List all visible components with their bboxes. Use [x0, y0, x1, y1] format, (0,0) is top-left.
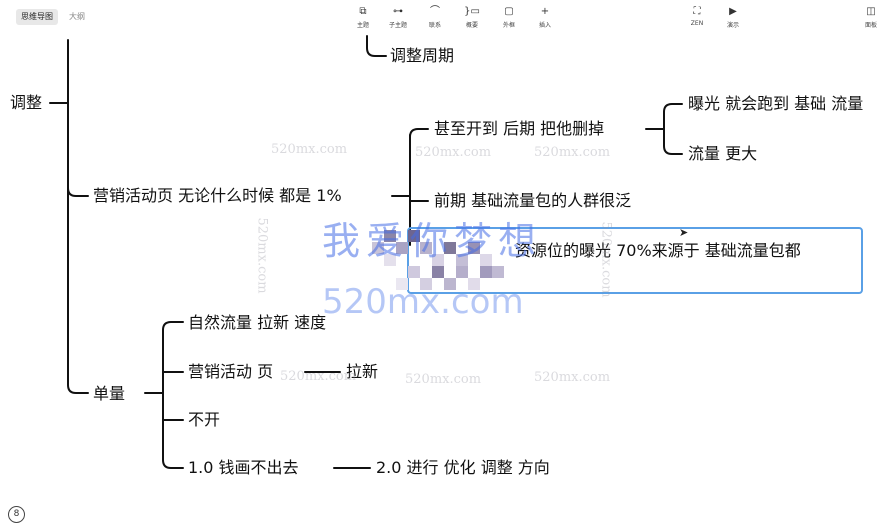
- node-even-later[interactable]: 甚至开到 后期 把他删掉: [434, 119, 604, 139]
- watermark-small-1: 520mx.com: [271, 142, 348, 157]
- node-not-open[interactable]: 不开: [188, 410, 220, 430]
- node-natural-traffic[interactable]: 自然流量 拉新 速度: [188, 313, 326, 333]
- watermark-url: 520mx.com: [322, 282, 524, 322]
- node-money[interactable]: 1.0 钱画不出去: [188, 458, 299, 478]
- watermark-vertical-2: 520mx.com: [598, 221, 614, 298]
- edge-money: [162, 329, 184, 469]
- watermark-slogan: 我爱你梦想: [322, 219, 543, 263]
- node-marketing-activity[interactable]: 营销活动 页: [188, 362, 273, 382]
- edge-natural: [162, 321, 184, 331]
- edge-more-traffic: [663, 111, 683, 155]
- node-more-traffic[interactable]: 流量 更大: [688, 144, 757, 164]
- edge-exposure: [663, 103, 683, 113]
- watermark-small-6: 520mx.com: [280, 369, 357, 384]
- watermark-small-5: 520mx.com: [534, 370, 611, 385]
- edge-adjust-cycle: [366, 35, 387, 57]
- page-indicator: 8: [8, 506, 25, 523]
- watermark-small-4: 520mx.com: [405, 372, 482, 387]
- node-exposure[interactable]: 曝光 就会跑到 基础 流量: [688, 94, 863, 114]
- edge-even-later: [409, 128, 429, 138]
- node-adjust-cycle[interactable]: 调整周期: [390, 46, 454, 66]
- node-single[interactable]: 单量: [93, 384, 125, 404]
- mouse-cursor-icon: ➤: [679, 226, 689, 239]
- node-early[interactable]: 前期 基础流量包的人群很泛: [434, 191, 631, 211]
- node-resource-exposure[interactable]: 资源位的曝光 70%来源于 基础流量包都: [515, 241, 801, 261]
- node-v2-optimize[interactable]: 2.0 进行 优化 调整 方向: [376, 458, 550, 478]
- node-marketing-page[interactable]: 营销活动页 无论什么时候 都是 1%: [93, 186, 342, 206]
- watermark-small-3: 520mx.com: [534, 145, 611, 160]
- edge-trunk-single: [67, 39, 89, 394]
- edge-trunk-marketing: [67, 187, 89, 197]
- node-adjust[interactable]: 调整: [10, 93, 42, 113]
- watermark-small-2: 520mx.com: [415, 145, 492, 160]
- watermark-vertical-1: 520mx.com: [254, 217, 270, 294]
